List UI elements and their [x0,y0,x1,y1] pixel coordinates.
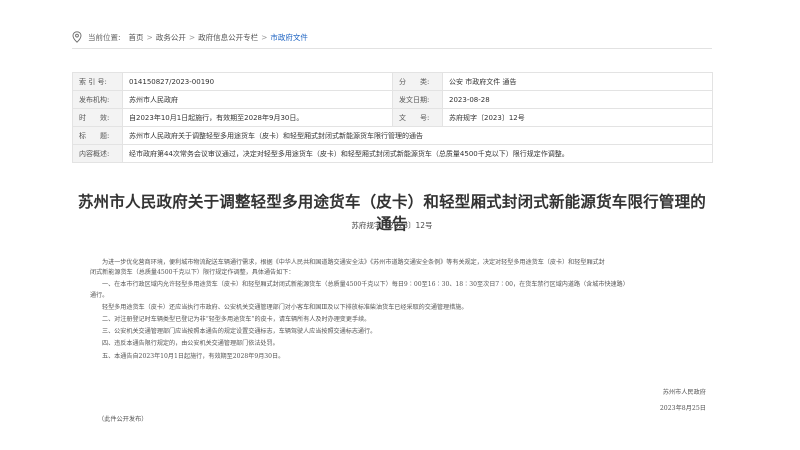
category-value: 公安 市政府文件 通告 [442,72,713,91]
meta-row: 内容概述: 经市政府第44次常务会议审议通过，决定对轻型多用途货车（皮卡）和轻型… [72,144,713,163]
index-number-label: 索 引 号: [72,72,123,91]
breadcrumb-item-home[interactable]: 首页 [129,32,144,43]
meta-row: 索 引 号: 014150827/2023-00190 分 类: 公安 市政府文… [72,72,713,91]
breadcrumb-item-info-column[interactable]: 政府信息公开专栏 [198,32,258,43]
body-paragraph: 四、违反本通告限行规定的，由公安机关交通管理部门依法处罚。 [102,340,279,348]
breadcrumb-separator: > [261,32,268,42]
title-value: 苏州市人民政府关于调整轻型多用途货车（皮卡）和轻型厢式封闭式新能源货车限行管理的… [122,126,713,145]
document-number: 苏府规字〔2023〕12号 [351,221,433,230]
body-paragraph: 通行。 [90,291,109,299]
document-body: 为进一步优化营商环境，便利城市物流配送车辆通行需求，根据《中华人民共和国道路交通… [90,258,710,364]
publication-note: （此件公开发布） [98,416,148,423]
document-metadata-table: 索 引 号: 014150827/2023-00190 分 类: 公安 市政府文… [72,72,713,163]
body-paragraph: 三、公安机关交通管理部门应当按照本通告的规定设置交通标志，车辆驾驶人应当按照交通… [102,328,377,336]
meta-row: 时 效: 自2023年10月1日起施行，有效期至2028年9月30日。 文 号:… [72,108,713,127]
breadcrumb-item-gov-affairs[interactable]: 政务公开 [156,32,186,43]
breadcrumb-divider [72,48,712,49]
page: 当前位置: 首页 > 政务公开 > 政府信息公开专栏 > 市政府文件 索 引 号… [0,0,800,450]
validity-value: 自2023年10月1日起施行，有效期至2028年9月30日。 [122,108,393,127]
validity-label: 时 效: [72,108,123,127]
title-label: 标 题: [72,126,123,145]
meta-row: 发布机构: 苏州市人民政府 发文日期: 2023-08-28 [72,90,713,109]
issue-date-label: 发文日期: [392,90,443,109]
summary-label: 内容概述: [72,144,123,163]
body-paragraph: 五、本通告自2023年10月1日起施行，有效期至2028年9月30日。 [102,352,285,360]
category-label: 分 类: [392,72,443,91]
index-number-value: 014150827/2023-00190 [122,72,393,91]
body-paragraph: 轻型多用途货车（皮卡）还应当执行市政府、公安机关交通管理部门对小客车和国Ⅲ及以下… [102,303,468,311]
body-paragraph: 为进一步优化营商环境，便利城市物流配送车辆通行需求，根据《中华人民共和国道路交通… [102,259,605,266]
breadcrumb-separator: > [188,32,196,42]
breadcrumb-item-current[interactable]: 市政府文件 [270,32,308,43]
summary-value: 经市政府第44次常务会议审议通过，决定对轻型多用途货车（皮卡）和轻型厢式封闭式新… [122,144,713,163]
breadcrumb-separator: > [146,32,153,42]
signing-organization: 苏州市人民政府 [662,389,706,396]
issuer-label: 发布机构: [72,90,123,109]
document-number-label: 文 号: [392,108,443,127]
body-paragraph: 闭式新能源货车（总质量4500千克以下）限行规定作调整，具体通告如下： [90,269,295,277]
issuer-value: 苏州市人民政府 [122,90,393,109]
breadcrumb: 当前位置: 首页 > 政务公开 > 政府信息公开专栏 > 市政府文件 [72,30,308,44]
body-paragraph: 一、在本市行政区域内允许轻型多用途货车（皮卡）和轻型厢式封闭式新能源货车（总质量… [102,281,629,289]
breadcrumb-label: 当前位置: [88,32,121,42]
body-paragraph: 二、对注册登记时车辆类型已登记为非“轻型多用途货车”的皮卡，请车辆所有人及时办理… [102,316,371,324]
document-number-value: 苏府规字〔2023〕12号 [442,108,713,127]
signing-date: 2023年8月25日 [659,405,706,412]
issue-date-value: 2023-08-28 [442,90,713,109]
meta-row: 标 题: 苏州市人民政府关于调整轻型多用途货车（皮卡）和轻型厢式封闭式新能源货车… [72,126,713,145]
signature-block: 苏州市人民政府 2023年8月25日 [660,385,706,417]
location-pin-icon [72,31,82,43]
